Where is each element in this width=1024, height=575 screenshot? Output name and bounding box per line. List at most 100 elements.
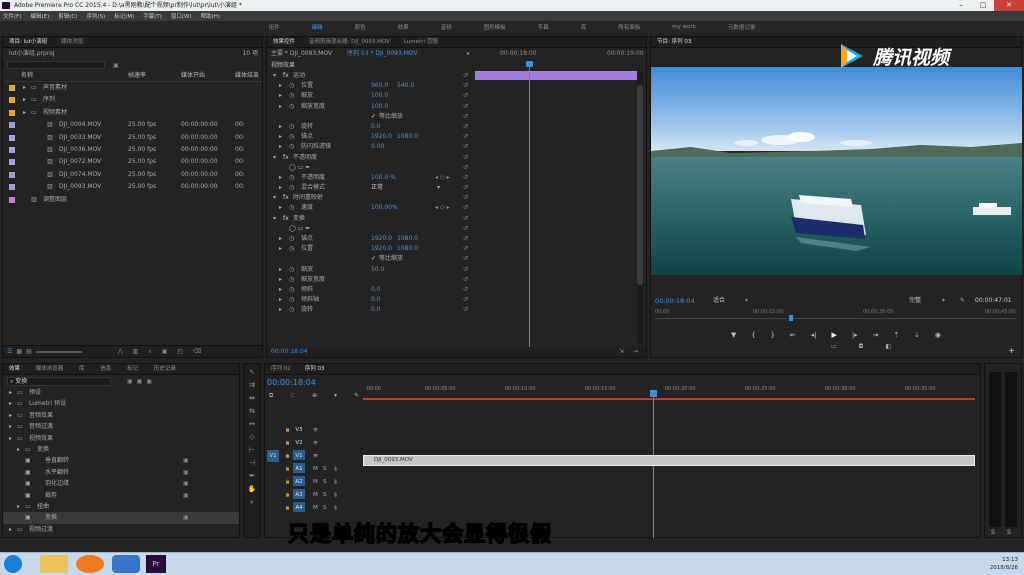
reset-icon[interactable]: ↺: [463, 183, 468, 193]
track-name[interactable]: A1: [293, 463, 305, 473]
list-item[interactable]: ▥ DJI_0093.MOV 25.00 fps 00:00:00:00 00:: [3, 181, 262, 193]
solo-icon[interactable]: S: [323, 502, 327, 514]
workspace-tab[interactable]: 字幕: [538, 23, 549, 31]
property-value[interactable]: 0.00: [371, 142, 384, 152]
chevron-right-icon[interactable]: ▸: [279, 142, 282, 152]
solo-icon[interactable]: S: [323, 463, 327, 475]
minimize-button[interactable]: –: [950, 0, 972, 11]
stopwatch-icon[interactable]: ◷: [289, 183, 294, 193]
timeline-ruler[interactable]: :00:00 00:00:05:00 00:00:10:00 00:00:15:…: [363, 378, 975, 392]
workspace-tab[interactable]: my work: [672, 24, 696, 30]
fx-icon[interactable]: fx: [283, 71, 289, 81]
rolling-edit-icon[interactable]: ⇆: [247, 406, 257, 416]
explorer-taskbar-icon[interactable]: [40, 555, 68, 573]
reset-icon[interactable]: ↺: [463, 224, 468, 234]
lock-icon[interactable]: 🔒: [285, 463, 290, 475]
zoom-tool-icon[interactable]: ⌕: [247, 497, 257, 507]
track-name[interactable]: A4: [293, 502, 305, 512]
chevron-right-icon[interactable]: ▸: [279, 285, 282, 295]
linked-selection-icon[interactable]: ⊕: [312, 392, 317, 400]
chevron-right-icon[interactable]: ▸: [9, 398, 12, 409]
mic-icon[interactable]: 🎙: [333, 502, 338, 514]
solo-right[interactable]: S: [1007, 529, 1011, 536]
chevron-right-icon[interactable]: ▸: [23, 107, 26, 119]
col-end[interactable]: 媒体结束: [235, 70, 259, 82]
stopwatch-icon[interactable]: ◷: [289, 142, 294, 152]
camera-icon[interactable]: ◘: [859, 343, 864, 351]
tab-info[interactable]: 信息: [100, 366, 111, 372]
property-value[interactable]: 100.0: [371, 91, 388, 101]
property-row[interactable]: ▸ ◷ 倾斜 0.0 ↺: [267, 285, 646, 295]
property-row[interactable]: ▸ ◷ 旋转 0.0 ↺: [267, 305, 646, 315]
effect-icon[interactable]: ▣: [25, 467, 31, 478]
property-row[interactable]: ▸ ◷ 缩放 100.0 ↺: [267, 91, 646, 101]
workspace-tab[interactable]: 编辑: [312, 23, 323, 31]
menu-item[interactable]: 序列(S): [86, 12, 105, 20]
property-row[interactable]: ▸ ◷ 旋转 0.0 ↺: [267, 122, 646, 132]
effects-list-item[interactable]: ▸ ▭ 视频效果: [3, 433, 239, 444]
reset-icon[interactable]: ↺: [463, 305, 468, 315]
reset-icon[interactable]: ↺: [463, 112, 468, 122]
col-name[interactable]: 名称: [21, 70, 33, 82]
list-item[interactable]: ▥ 调整图层: [3, 194, 262, 206]
stopwatch-icon[interactable]: ◷: [289, 122, 294, 132]
source-patch[interactable]: V1: [267, 450, 279, 463]
freeform-view-icon[interactable]: ▤: [26, 348, 32, 355]
new-item-icon[interactable]: ◰: [177, 348, 183, 355]
slip-tool-icon[interactable]: ⊢: [247, 445, 257, 455]
effect-icon[interactable]: ▣: [25, 512, 31, 523]
reset-icon[interactable]: ↺: [463, 102, 468, 112]
reset-icon[interactable]: ↺: [463, 122, 468, 132]
chevron-right-icon[interactable]: ▸: [279, 234, 282, 244]
list-item[interactable]: ▸ ▭ 声音素材: [3, 82, 262, 94]
property-row[interactable]: ▸ ◷ 缩放宽度 ↺: [267, 275, 646, 285]
reset-icon[interactable]: ↺: [463, 244, 468, 254]
property-value[interactable]: 960.0: [371, 81, 388, 91]
tab-program[interactable]: 节目: 序列 03: [657, 39, 691, 45]
property-value[interactable]: 1920.0: [371, 132, 392, 142]
chevron-right-icon[interactable]: ▸: [9, 421, 12, 432]
ec-scroll-thumb[interactable]: [637, 85, 643, 285]
hand-tool-icon[interactable]: ✋: [247, 484, 257, 494]
timeline-playhead-handle[interactable]: [650, 390, 657, 397]
effects-list-item[interactable]: ▸ ▭ 音频效果: [3, 410, 239, 421]
property-row[interactable]: ▸ ◷ 位置 1920.0 1080.0 ↺: [267, 244, 646, 254]
chevron-down-icon[interactable]: ▾: [437, 183, 440, 193]
track-name[interactable]: A3: [293, 489, 305, 499]
mic-icon[interactable]: 🎙: [333, 489, 338, 501]
property-value[interactable]: 正常: [371, 183, 383, 193]
effects-list-item[interactable]: ▣ 水平翻转 ▣: [3, 467, 239, 478]
reset-icon[interactable]: ↺: [463, 142, 468, 152]
reset-icon[interactable]: ↺: [463, 203, 468, 213]
property-value[interactable]: 50.0: [371, 265, 384, 275]
effect-icon[interactable]: ▣: [25, 478, 31, 489]
effects-list-item[interactable]: ▸ ▭ 音频过渡: [3, 421, 239, 432]
reset-icon[interactable]: ↺: [463, 173, 468, 183]
timeline-clip[interactable]: DJI_0093.MOV: [363, 455, 975, 466]
reset-icon[interactable]: ↺: [463, 285, 468, 295]
property-value[interactable]: 100.0: [371, 102, 388, 112]
snap-icon[interactable]: ⊂: [290, 392, 295, 400]
fx-icon[interactable]: fx: [283, 214, 289, 224]
mute-icon[interactable]: M: [313, 476, 318, 488]
property-row[interactable]: ▸ ◷ 不透明度 100.0 % ↺ ◂ ◇ ▸: [267, 173, 646, 183]
effect-header[interactable]: ▾ fx 变换 ↺: [267, 214, 646, 224]
property-row[interactable]: ✓ 等比缩放 ↺: [267, 112, 646, 122]
automate-icon[interactable]: ▥: [133, 348, 139, 355]
chevron-down-icon[interactable]: ▾: [273, 214, 276, 224]
track-name[interactable]: V2: [293, 437, 305, 447]
lock-icon[interactable]: 🔒: [285, 450, 290, 462]
stopwatch-icon[interactable]: ◷: [289, 91, 294, 101]
chevron-right-icon[interactable]: ▸: [9, 433, 12, 444]
stopwatch-icon[interactable]: ◷: [289, 305, 294, 315]
eye-icon[interactable]: 👁: [313, 450, 318, 462]
reset-icon[interactable]: ↺: [463, 254, 468, 264]
tab-project[interactable]: 项目: lut小演组: [9, 39, 47, 45]
chevron-right-icon[interactable]: ▸: [279, 81, 282, 91]
mute-icon[interactable]: M: [313, 463, 318, 475]
maximize-button[interactable]: □: [972, 0, 994, 11]
premiere-taskbar-icon[interactable]: Pr: [146, 555, 166, 573]
ec-playhead-handle[interactable]: [526, 61, 533, 67]
lock-icon[interactable]: 🔒: [285, 476, 290, 488]
program-timecode[interactable]: 00:00:18:04: [655, 297, 695, 305]
